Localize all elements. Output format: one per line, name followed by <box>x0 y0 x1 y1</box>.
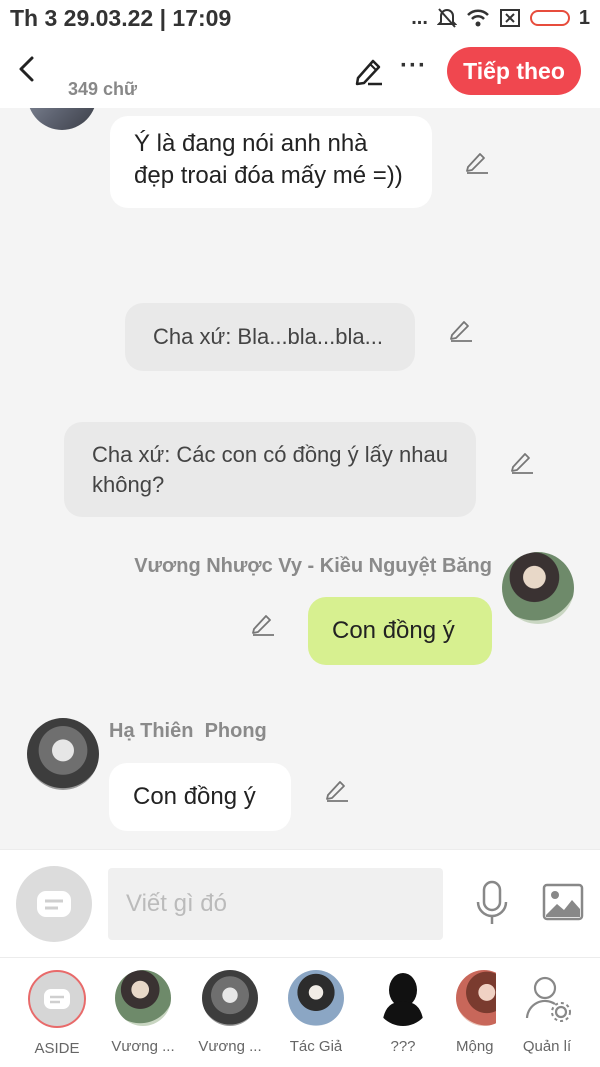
signal-level: 1 <box>578 6 590 29</box>
more-status-indicator: ... <box>411 6 428 29</box>
user-settings-icon <box>525 976 571 1022</box>
message-bubble[interactable]: Con đồng ý <box>308 597 492 665</box>
tab-label: Vương ... <box>111 1038 175 1055</box>
status-bar: Th 3 29.03.22 | 17:09 ... 1 <box>0 0 600 38</box>
silhouette-avatar <box>375 970 431 1026</box>
chat-area[interactable]: Ý là đang nói anh nhà đẹp troai đóa mấy … <box>0 108 600 849</box>
tab-label: ??? <box>390 1038 416 1055</box>
silent-bell-icon <box>436 8 457 28</box>
back-arrow-icon[interactable] <box>12 52 42 86</box>
avatar <box>115 970 171 1026</box>
status-time: Th 3 29.03.22 | 17:09 <box>10 5 232 31</box>
word-count: 349 chữ <box>68 79 138 99</box>
aside-toggle-button[interactable] <box>16 866 92 942</box>
avatar <box>456 970 496 1026</box>
tab-character[interactable]: Vương ... <box>106 970 180 1062</box>
tab-label: Quản lí <box>522 1038 572 1055</box>
battery-icon <box>529 10 570 26</box>
tab-label: Vương ... <box>198 1038 262 1055</box>
edit-message-icon[interactable] <box>250 610 276 636</box>
sender-name: Vương Nhược Vy - Kiều Nguyệt Băng <box>134 555 492 577</box>
composer-bar <box>0 849 600 957</box>
message-bubble[interactable]: Ý là đang nói anh nhà đẹp troai đóa mấy … <box>110 116 432 208</box>
microphone-icon[interactable] <box>474 880 510 926</box>
edit-message-icon[interactable] <box>324 776 350 802</box>
narration-bubble[interactable]: Cha xứ: Bla...bla...bla... <box>125 303 415 371</box>
tab-manage[interactable]: Quản lí <box>510 970 584 1062</box>
edit-message-icon[interactable] <box>448 316 474 342</box>
aside-icon <box>28 970 86 1028</box>
tab-label: ASIDE <box>34 1040 80 1057</box>
sim-icon <box>499 9 520 27</box>
edit-pen-icon[interactable] <box>354 56 384 86</box>
avatar[interactable] <box>27 718 99 790</box>
tab-character[interactable]: Vương ... <box>193 970 267 1062</box>
tab-aside[interactable]: ASIDE <box>20 970 94 1062</box>
status-icons: ... 1 <box>411 5 590 31</box>
avatar[interactable] <box>502 552 574 624</box>
tab-author[interactable]: Tác Giả <box>279 970 353 1062</box>
image-icon[interactable] <box>542 883 584 921</box>
character-tab-bar: ASIDE Vương ... Vương ... Tác Giả ??? Mộ… <box>0 957 600 1067</box>
message-bubble[interactable]: Con đồng ý <box>109 763 291 831</box>
tab-label: Tác Giả <box>289 1038 343 1055</box>
chat-bubble-icon <box>44 989 70 1009</box>
avatar <box>202 970 258 1026</box>
tab-unknown[interactable]: ??? <box>366 970 440 1062</box>
edit-message-icon[interactable] <box>509 448 535 474</box>
avatar[interactable] <box>27 108 97 130</box>
narration-bubble[interactable]: Cha xứ: Các con có đồng ý lấy nhau không… <box>64 422 476 517</box>
wifi-icon <box>466 9 489 27</box>
top-bar: 349 chữ ··· Tiếp theo <box>0 38 600 108</box>
tab-character[interactable]: Mộng <box>456 970 496 1062</box>
sender-name: Hạ Thiên Phong <box>109 720 267 742</box>
more-options-button[interactable]: ··· <box>400 52 427 80</box>
message-input[interactable] <box>108 868 443 940</box>
edit-message-icon[interactable] <box>464 148 490 174</box>
next-button[interactable]: Tiếp theo <box>447 47 581 95</box>
tab-label: Mộng <box>456 1038 494 1055</box>
person-silhouette-icon <box>382 973 424 1026</box>
avatar <box>288 970 344 1026</box>
chat-bubble-icon <box>37 891 71 917</box>
